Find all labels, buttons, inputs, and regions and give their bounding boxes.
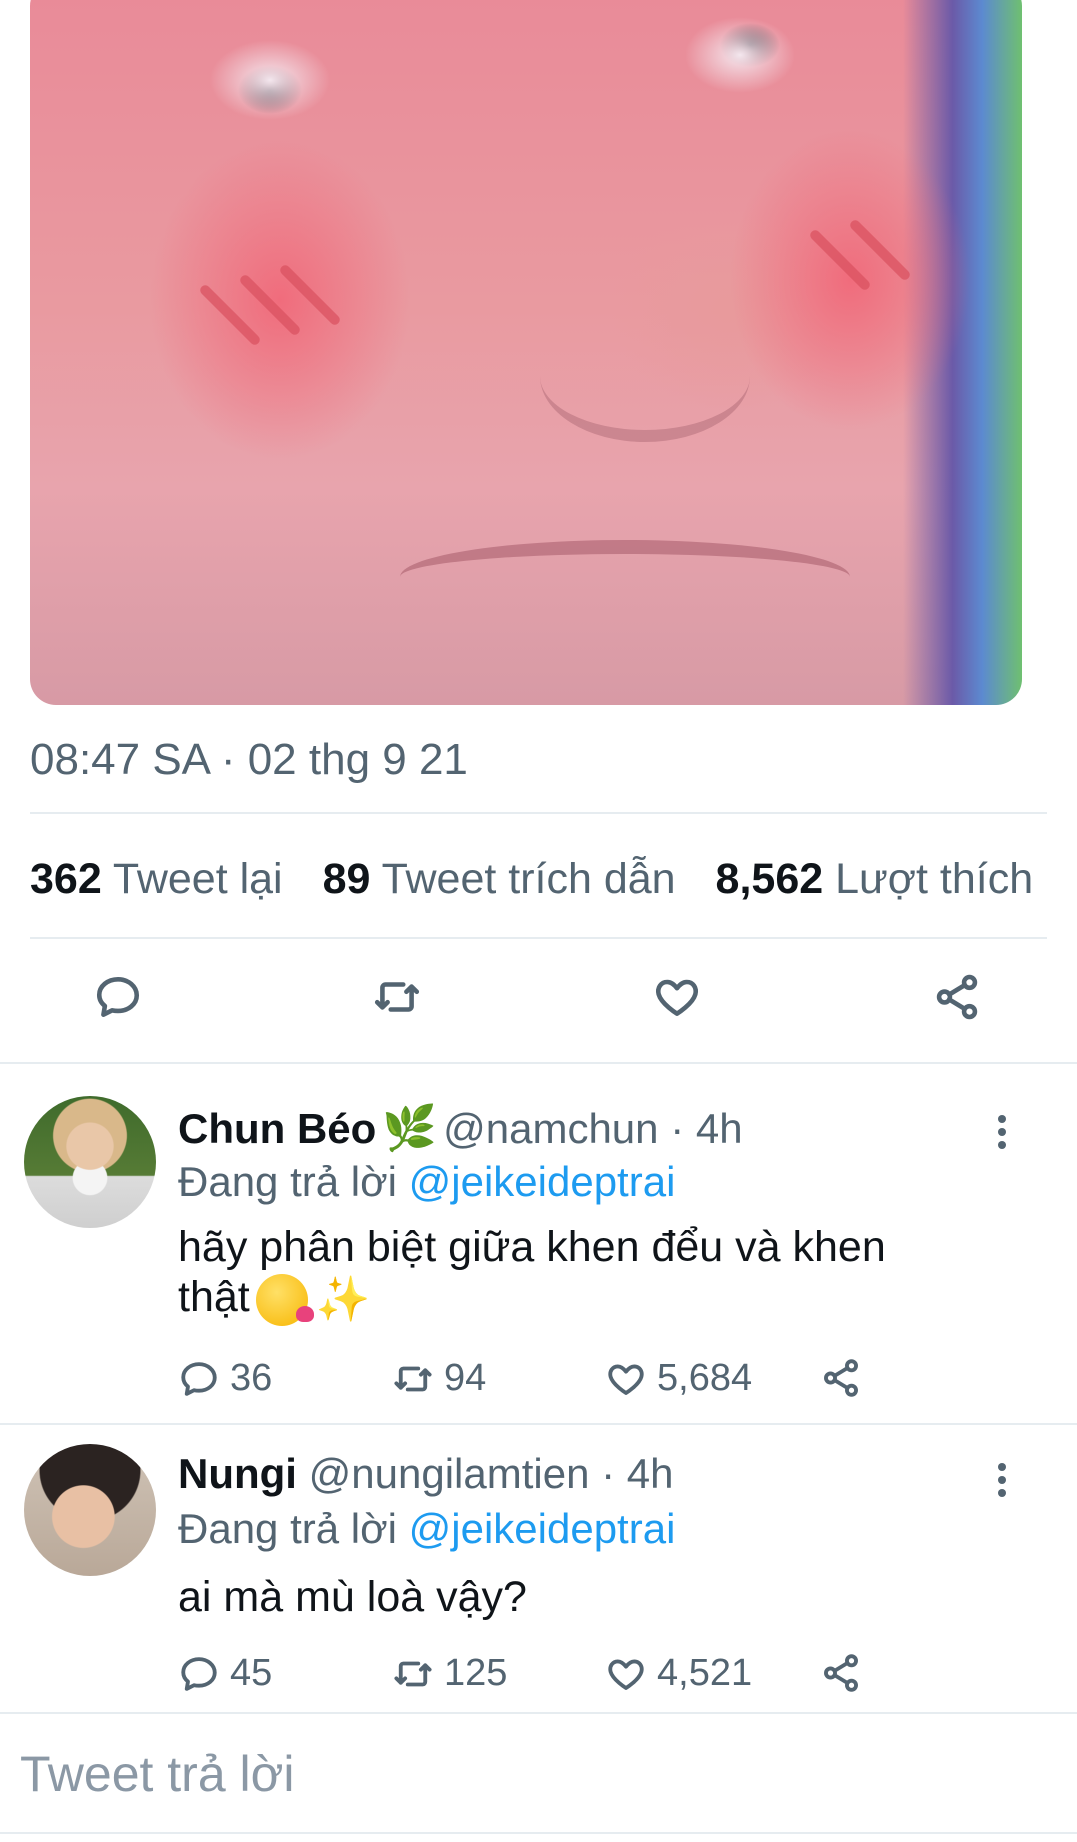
retweet-count[interactable]: 362 Tweet lại <box>30 855 283 903</box>
tweet-media-photo[interactable] <box>30 0 1022 705</box>
reply-icon <box>181 1656 217 1691</box>
reply-compose-input[interactable]: Tweet trả lời <box>20 1745 295 1803</box>
reply-author-line: Nungi @nungilamtien · 4h <box>178 1450 674 1497</box>
leaf-emoji: 🌿 <box>382 1104 438 1153</box>
reply-icon <box>181 1361 217 1396</box>
reply-time: 4h <box>695 1105 743 1152</box>
quote-tweet-count[interactable]: 89 Tweet trích dẫn <box>323 855 676 903</box>
reply-like-button[interactable]: 5,684 <box>605 1357 752 1400</box>
author-handle[interactable]: @nungilamtien <box>309 1450 590 1497</box>
reply-text: hãy phân biệt giữa khen đểu và khen thật… <box>178 1223 886 1326</box>
replying-to-handle[interactable]: @jeikeideptrai <box>409 1158 676 1205</box>
tweet-timestamp: 08:47 SA · 02 thg 9 21 <box>30 735 468 784</box>
reply-author-line: Chun Béo 🌿 @namchun · 4h <box>178 1104 743 1153</box>
like-icon <box>608 1658 644 1690</box>
like-count[interactable]: 8,562 Lượt thích <box>716 855 1034 903</box>
retweet-icon <box>394 1661 432 1686</box>
share-icon <box>824 1359 858 1397</box>
divider <box>0 1423 1077 1425</box>
avatar[interactable] <box>24 1444 156 1576</box>
smiling-hearts-emoji <box>255 1273 314 1326</box>
more-options-icon[interactable] <box>998 1458 1006 1502</box>
reply-share-button[interactable] <box>820 1357 862 1399</box>
replying-to: Đang trả lời @jeikeideptrai <box>178 1158 676 1205</box>
divider <box>30 812 1047 814</box>
retweet-icon <box>394 1366 432 1391</box>
sparkles-emoji: ✨ <box>315 1274 371 1324</box>
share-icon <box>824 1654 858 1692</box>
author-handle[interactable]: @namchun <box>443 1105 658 1152</box>
divider <box>0 1832 1077 1834</box>
photo-detail <box>400 540 850 614</box>
reply-share-button[interactable] <box>820 1652 862 1694</box>
reply-time: 4h <box>626 1450 674 1497</box>
reply-retweet-button[interactable]: 94 <box>392 1357 486 1400</box>
divider <box>0 1712 1077 1714</box>
share-icon[interactable] <box>932 972 982 1022</box>
divider <box>30 937 1047 939</box>
replying-to: Đang trả lời @jeikeideptrai <box>178 1505 676 1552</box>
divider <box>0 1062 1077 1064</box>
retweet-icon[interactable] <box>372 972 422 1022</box>
reply-retweet-button[interactable]: 125 <box>392 1652 507 1695</box>
like-icon <box>608 1363 644 1395</box>
author-name[interactable]: Chun Béo <box>178 1105 376 1152</box>
author-name[interactable]: Nungi <box>178 1450 297 1497</box>
reply-like-button[interactable]: 4,521 <box>605 1652 752 1695</box>
reply-text: ai mà mù loà vậy? <box>178 1573 527 1621</box>
more-options-icon[interactable] <box>998 1110 1006 1154</box>
photo-detail <box>540 310 750 442</box>
reply-reply-button[interactable]: 45 <box>178 1652 272 1695</box>
avatar[interactable] <box>24 1096 156 1228</box>
reply-reply-button[interactable]: 36 <box>178 1357 272 1400</box>
tweet-stats: 362 Tweet lại 89 Tweet trích dẫn 8,562 L… <box>30 855 1077 904</box>
like-icon[interactable] <box>652 972 702 1022</box>
reply-icon[interactable] <box>93 972 143 1022</box>
replying-to-handle[interactable]: @jeikeideptrai <box>409 1505 676 1552</box>
